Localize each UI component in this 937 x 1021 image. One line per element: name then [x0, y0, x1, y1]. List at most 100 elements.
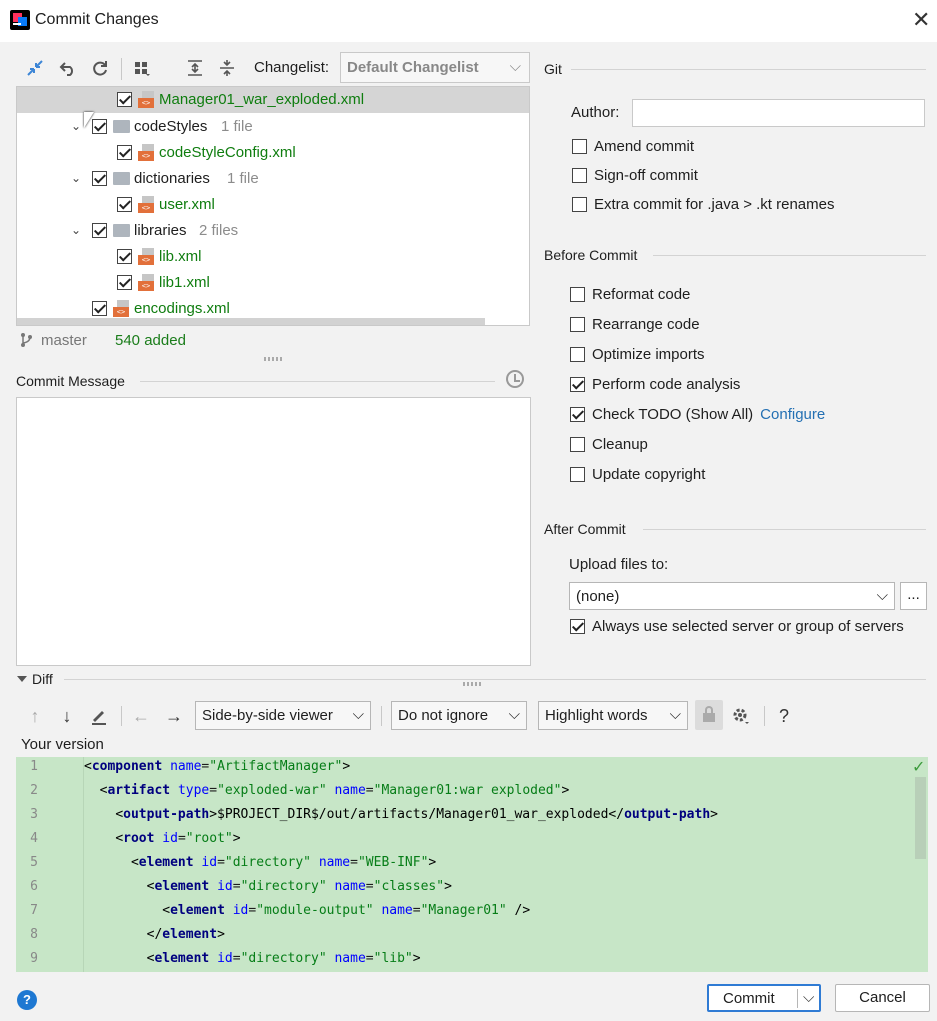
configure-link[interactable]: Configure: [760, 406, 825, 423]
button-divider: [797, 989, 798, 1008]
tree-row[interactable]: ⌄ dictionaries 1 file: [17, 165, 529, 191]
previous-file-icon[interactable]: ←: [130, 705, 152, 727]
code-viewer[interactable]: 1 <component name="ArtifactManager"> 2 <a…: [16, 757, 928, 972]
group-by-icon[interactable]: [131, 57, 153, 79]
option-label: Rearrange code: [592, 315, 700, 333]
option-label: Perform code analysis: [592, 375, 741, 393]
checkbox[interactable]: [572, 138, 587, 154]
folder-checkbox[interactable]: [92, 171, 107, 186]
code-vertical-scrollbar[interactable]: [915, 777, 926, 859]
chevron-down-icon: ⌵: [509, 58, 521, 75]
show-diff-icon[interactable]: [24, 57, 46, 79]
tree-row[interactable]: <> user.xml: [17, 191, 529, 217]
code-line[interactable]: 4 <root id="root">: [16, 831, 928, 855]
code-analysis-option[interactable]: Perform code analysis: [570, 373, 740, 395]
code-line[interactable]: 9 <element id="directory" name="lib">: [16, 951, 928, 972]
help-icon[interactable]: ?: [773, 705, 795, 727]
code-line[interactable]: 6 <element id="directory" name="classes"…: [16, 879, 928, 903]
help-icon[interactable]: ?: [17, 990, 37, 1010]
upload-server-select[interactable]: (none) ⌵: [569, 582, 895, 610]
file-checkbox[interactable]: [117, 145, 132, 160]
file-checkbox[interactable]: [117, 249, 132, 264]
next-file-icon[interactable]: →: [163, 705, 185, 727]
option-label: Sign-off commit: [594, 166, 698, 184]
ignore-value: Do not ignore: [398, 707, 489, 724]
tree-row[interactable]: <> Manager01_war_exploded.xml: [17, 87, 529, 113]
code-line[interactable]: 8 </element>: [16, 927, 928, 951]
file-name: lib.xml: [159, 248, 202, 265]
cleanup-option[interactable]: Cleanup: [570, 433, 648, 455]
tree-row[interactable]: <> lib1.xml: [17, 269, 529, 295]
refresh-icon[interactable]: [89, 57, 111, 79]
toolbar-separator: [381, 706, 382, 726]
lock-scrolling-icon[interactable]: [695, 700, 723, 730]
update-copyright-option[interactable]: Update copyright: [570, 463, 705, 485]
code-line[interactable]: 7 <element id="module-output" name="Mana…: [16, 903, 928, 927]
expand-all-icon[interactable]: [184, 57, 206, 79]
commit-button[interactable]: Commit ⌵: [707, 984, 821, 1012]
rearrange-code-option[interactable]: Rearrange code: [570, 313, 700, 335]
folder-checkbox[interactable]: [92, 223, 107, 238]
your-version-label: Your version: [21, 736, 104, 753]
checkbox[interactable]: [570, 618, 585, 634]
close-icon[interactable]: ✕: [912, 7, 930, 33]
chevron-down-icon[interactable]: ⌄: [71, 223, 81, 237]
diff-label[interactable]: Diff: [32, 671, 53, 687]
file-checkbox[interactable]: [117, 92, 132, 107]
xml-file-icon: <>: [138, 144, 155, 162]
file-checkbox[interactable]: [117, 275, 132, 290]
commit-message-input[interactable]: [16, 397, 531, 666]
extra-commit-option[interactable]: Extra commit for .java > .kt renames: [572, 193, 835, 215]
author-input[interactable]: [632, 99, 925, 127]
always-use-server-option[interactable]: Always use selected server or group of s…: [570, 615, 904, 637]
commit-message-label: Commit Message: [16, 373, 125, 389]
amend-commit-option[interactable]: Amend commit: [572, 135, 694, 157]
collapse-all-icon[interactable]: [216, 57, 238, 79]
chevron-down-icon[interactable]: ⌄: [71, 119, 81, 133]
highlight-mode-select[interactable]: Highlight words ⌵: [538, 701, 688, 730]
tree-row[interactable]: <> codeStyleConfig.xml: [17, 139, 529, 165]
code-line[interactable]: 5 <element id="directory" name="WEB-INF"…: [16, 855, 928, 879]
gear-icon[interactable]: [730, 705, 752, 727]
chevron-down-icon[interactable]: ⌄: [71, 171, 81, 185]
tree-row[interactable]: ⌄ libraries 2 files: [17, 217, 529, 243]
splitter-grip[interactable]: [264, 357, 282, 361]
cancel-button[interactable]: Cancel: [835, 984, 930, 1012]
checkbox[interactable]: [570, 286, 585, 302]
next-difference-icon[interactable]: ↓: [56, 705, 78, 727]
changelist-select[interactable]: Default Changelist ⌵: [340, 52, 530, 83]
ignore-whitespace-select[interactable]: Do not ignore ⌵: [391, 701, 527, 730]
optimize-imports-option[interactable]: Optimize imports: [570, 343, 705, 365]
code-line[interactable]: 2 <artifact type="exploded-war" name="Ma…: [16, 783, 928, 807]
checkbox[interactable]: [572, 167, 587, 183]
file-checkbox[interactable]: [117, 197, 132, 212]
browse-servers-button[interactable]: ...: [900, 582, 927, 610]
file-checkbox[interactable]: [92, 301, 107, 316]
code-line[interactable]: 3 <output-path>$PROJECT_DIR$/out/artifac…: [16, 807, 928, 831]
collapse-triangle-icon[interactable]: [17, 676, 27, 682]
edit-source-icon[interactable]: [88, 705, 110, 727]
tree-row[interactable]: <> lib.xml: [17, 243, 529, 269]
line-number: 8: [30, 927, 38, 942]
checkbox[interactable]: [570, 376, 585, 392]
signoff-commit-option[interactable]: Sign-off commit: [572, 164, 698, 186]
splitter-grip[interactable]: [463, 682, 481, 686]
checkbox[interactable]: [570, 316, 585, 332]
check-todo-option[interactable]: Check TODO (Show All) Configure: [570, 403, 825, 425]
folder-checkbox[interactable]: [92, 119, 107, 134]
checkbox[interactable]: [572, 196, 587, 212]
history-clock-icon[interactable]: [506, 370, 524, 388]
branch-name[interactable]: master: [41, 332, 87, 349]
checkbox[interactable]: [570, 346, 585, 362]
rollback-icon[interactable]: [57, 57, 79, 79]
previous-difference-icon[interactable]: ↑: [24, 705, 46, 727]
reformat-code-option[interactable]: Reformat code: [570, 283, 690, 305]
checkbox[interactable]: [570, 406, 585, 422]
toolbar-separator: [764, 706, 765, 726]
code-line[interactable]: 1 <component name="ArtifactManager">: [16, 759, 928, 783]
checkbox[interactable]: [570, 436, 585, 452]
tree-horizontal-scrollbar[interactable]: [17, 318, 485, 325]
viewer-mode-select[interactable]: Side-by-side viewer ⌵: [195, 701, 371, 730]
chevron-down-icon[interactable]: ⌵: [803, 989, 814, 1006]
checkbox[interactable]: [570, 466, 585, 482]
